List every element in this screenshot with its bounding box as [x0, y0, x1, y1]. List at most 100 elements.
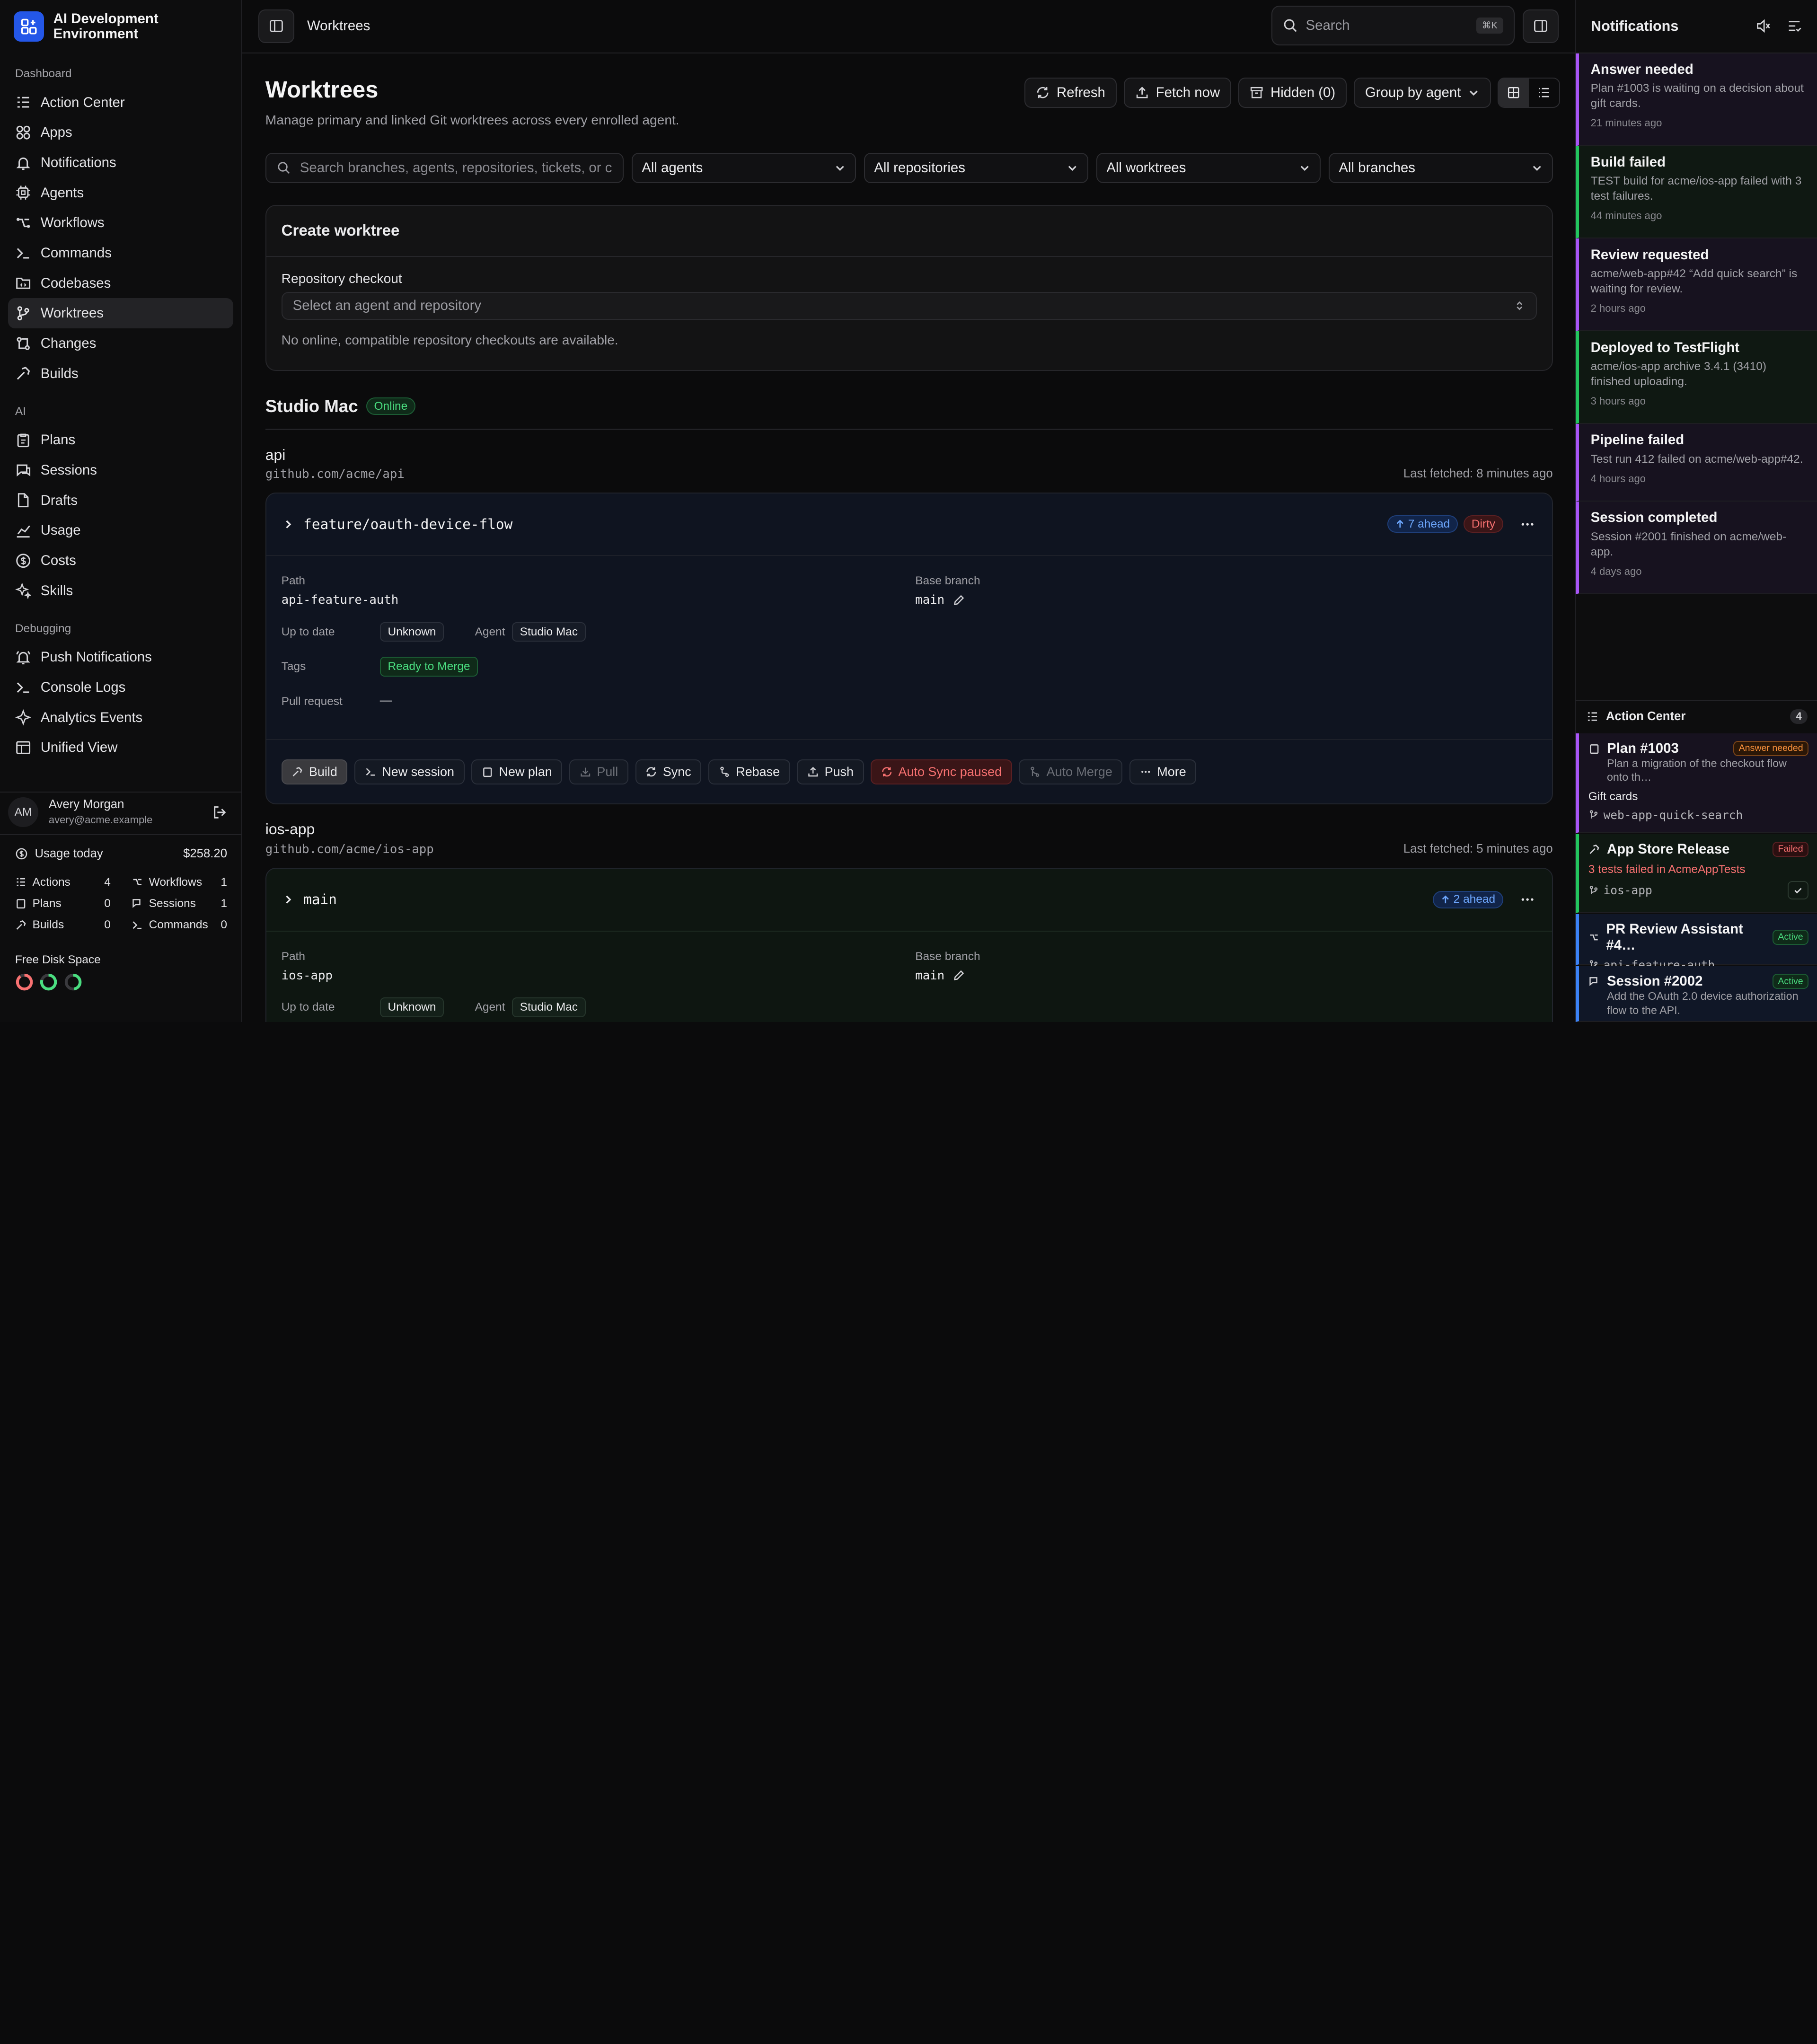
- notification-time: 3 hours ago: [1590, 395, 1646, 407]
- sidebar-item-builds[interactable]: Builds: [8, 359, 233, 389]
- fetch-now-button[interactable]: Fetch now: [1123, 78, 1232, 108]
- action-title: Session #2002: [1606, 973, 1703, 989]
- notification-item[interactable]: Answer needed Plan #1003 is waiting on a …: [1576, 53, 1817, 146]
- sidebar-item-notifications[interactable]: Notifications: [8, 148, 233, 178]
- branch-filter-select[interactable]: All branches: [1328, 153, 1553, 183]
- sidebar-item-changes[interactable]: Changes: [8, 328, 233, 359]
- agent-chip[interactable]: Studio Mac: [512, 622, 586, 642]
- chevron-right-icon[interactable]: [282, 519, 294, 530]
- sidebar-item-console-logs[interactable]: Console Logs: [8, 672, 233, 703]
- stat-commands[interactable]: Commands 0: [132, 918, 227, 932]
- sidebar-item-sessions[interactable]: Sessions: [8, 455, 233, 485]
- sidebar-item-worktrees[interactable]: Worktrees: [8, 298, 233, 329]
- action-item[interactable]: Session #2002 Active Add the OAuth 2.0 de…: [1576, 966, 1817, 1022]
- notification-item[interactable]: Review requested acme/web-app#42 “Add qui…: [1576, 238, 1817, 332]
- mark-all-read-icon[interactable]: [1787, 18, 1802, 34]
- sidebar-item-push-notifications[interactable]: Push Notifications: [8, 642, 233, 672]
- action-item[interactable]: App Store Release Failed 3 tests failed i…: [1576, 834, 1817, 913]
- sidebar-item-workflows[interactable]: Workflows: [8, 208, 233, 238]
- stat-plans[interactable]: Plans 0: [15, 897, 111, 910]
- dollar-circle-icon: [16, 848, 27, 860]
- notification-item[interactable]: Deployed to TestFlight acme/ios-app archi…: [1576, 331, 1817, 424]
- stat-sessions[interactable]: Sessions 1: [132, 897, 227, 910]
- stat-actions[interactable]: Actions 4: [15, 876, 111, 889]
- sparkles-icon: [15, 582, 32, 599]
- logout-icon[interactable]: [212, 805, 227, 820]
- notification-item[interactable]: Pipeline failed Test run 412 failed on ac…: [1576, 424, 1817, 502]
- create-worktree-card: Create worktree Repository checkout Sele…: [265, 205, 1553, 371]
- divider: [265, 429, 1553, 430]
- sync-button[interactable]: Sync: [635, 759, 702, 785]
- disk-ring-icon[interactable]: [39, 973, 58, 991]
- refresh-button[interactable]: Refresh: [1024, 78, 1117, 108]
- sidebar-item-costs[interactable]: Costs: [8, 546, 233, 576]
- arrow-up-icon: [1442, 895, 1449, 903]
- pencil-icon[interactable]: [953, 969, 965, 982]
- agent-filter-select[interactable]: All agents: [631, 153, 856, 183]
- sidebar-toggle-button[interactable]: [258, 9, 295, 43]
- action-title: PR Review Assistant #4…: [1606, 921, 1743, 953]
- right-panel-toggle-button[interactable]: [1522, 9, 1559, 43]
- action-center-header[interactable]: Action Center 4: [1576, 700, 1817, 732]
- sidebar-item-usage[interactable]: Usage: [8, 515, 233, 546]
- sidebar-item-skills[interactable]: Skills: [8, 576, 233, 606]
- button-label: Auto Merge: [1046, 765, 1112, 779]
- chevron-right-icon[interactable]: [282, 894, 294, 905]
- sidebar-item-action-center[interactable]: Action Center: [8, 88, 233, 118]
- repo-url: github.com/acme/api: [265, 467, 405, 481]
- pencil-icon[interactable]: [953, 594, 965, 607]
- group-by-select[interactable]: Group by agent: [1353, 78, 1491, 108]
- sidebar-item-agents[interactable]: Agents: [8, 178, 233, 208]
- notification-item[interactable]: Session completed Session #2001 finished …: [1576, 502, 1817, 595]
- repo-name: api: [265, 446, 286, 463]
- rebase-button[interactable]: Rebase: [708, 759, 790, 785]
- agent-name: Studio Mac: [265, 396, 358, 416]
- chevron-down-icon: [836, 166, 844, 171]
- approve-button[interactable]: [1788, 881, 1809, 900]
- action-item[interactable]: Plan #1003 Answer needed Plan a migration…: [1576, 733, 1817, 833]
- new-plan-button[interactable]: New plan: [471, 759, 563, 785]
- sidebar-item-apps[interactable]: Apps: [8, 117, 233, 148]
- sidebar-item-commands[interactable]: Commands: [8, 238, 233, 268]
- hidden-button[interactable]: Hidden (0): [1238, 78, 1347, 108]
- more-button[interactable]: More: [1129, 759, 1197, 785]
- notification-item[interactable]: Build failed TEST build for acme/ios-app …: [1576, 146, 1817, 239]
- disk-ring-icon[interactable]: [15, 973, 34, 991]
- sidebar-item-analytics-events[interactable]: Analytics Events: [8, 703, 233, 733]
- pull-button[interactable]: Pull: [569, 759, 628, 785]
- stat-workflows[interactable]: Workflows 1: [132, 876, 227, 889]
- more-horizontal-icon[interactable]: [1519, 891, 1535, 907]
- worktree-filter-select[interactable]: All worktrees: [1096, 153, 1321, 183]
- more-horizontal-icon[interactable]: [1519, 516, 1535, 532]
- user-menu[interactable]: AM Avery Morgan avery@acme.example: [0, 791, 242, 832]
- worktree-header[interactable]: feature/oauth-device-flow 7 ahead Dirty: [266, 493, 1552, 556]
- auto-merge-button[interactable]: Auto Merge: [1019, 759, 1123, 785]
- up-to-date-label: Up to date: [281, 1001, 335, 1014]
- disk-ring-icon[interactable]: [64, 973, 82, 991]
- brand[interactable]: AI Development Environment: [0, 0, 241, 53]
- up-to-date-value: Unknown: [379, 622, 444, 642]
- pull-request-label: Pull request: [281, 695, 343, 708]
- usage-today[interactable]: Usage today $258.20: [15, 847, 227, 861]
- auto-sync-paused-button[interactable]: Auto Sync paused: [871, 759, 1012, 785]
- push-button[interactable]: Push: [797, 759, 864, 785]
- worktree-header[interactable]: main 2 ahead: [266, 869, 1552, 932]
- sidebar-item-codebases[interactable]: Codebases: [8, 268, 233, 299]
- sidebar-item-drafts[interactable]: Drafts: [8, 485, 233, 516]
- stat-builds[interactable]: Builds 0: [15, 918, 111, 932]
- sidebar-item-unified-view[interactable]: Unified View: [8, 732, 233, 763]
- tag-badge[interactable]: Ready to Merge: [379, 657, 478, 677]
- agent-chip[interactable]: Studio Mac: [512, 997, 586, 1017]
- repository-filter-select[interactable]: All repositories: [864, 153, 1088, 183]
- sidebar-item-plans[interactable]: Plans: [8, 425, 233, 455]
- grid-view-button[interactable]: [1499, 79, 1529, 107]
- global-search[interactable]: Search ⌘K: [1271, 6, 1515, 45]
- list-view-button[interactable]: [1529, 79, 1559, 107]
- mute-icon[interactable]: [1755, 18, 1771, 34]
- hammer-icon: [17, 367, 30, 380]
- action-item[interactable]: PR Review Assistant #4… Active api-featur…: [1576, 914, 1817, 972]
- repository-checkout-select[interactable]: Select an agent and repository: [281, 291, 1537, 320]
- new-session-button[interactable]: New session: [354, 759, 465, 785]
- build-button[interactable]: Build: [281, 759, 348, 785]
- worktree-search-input[interactable]: Search branches, agents, repositories, t…: [265, 153, 624, 183]
